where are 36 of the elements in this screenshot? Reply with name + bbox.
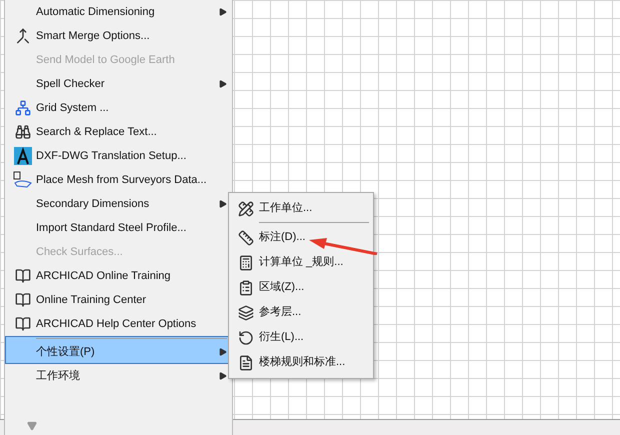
menu-item[interactable]: DXF-DWG Translation Setup... [5, 144, 232, 168]
submenu-item[interactable]: 衍生(L)... [229, 325, 373, 350]
menu-item[interactable]: Spell Checker [5, 72, 232, 96]
submenu-arrow-icon [219, 372, 227, 380]
clipboard-icon [238, 280, 254, 296]
layers-icon [238, 304, 254, 320]
submenu-item[interactable]: 区域(Z)... [229, 275, 373, 300]
merge-icon [15, 28, 31, 44]
menu-item[interactable]: Place Mesh from Surveyors Data... [5, 168, 232, 192]
book-icon [15, 268, 31, 284]
calculator-icon [238, 254, 254, 270]
submenu-arrow-icon [219, 348, 227, 356]
network-icon [15, 100, 31, 116]
menu-item[interactable]: Grid System ... [5, 96, 232, 120]
context-menu[interactable] [4, 0, 233, 435]
rotate-icon [238, 330, 254, 346]
pencil-ruler-icon [238, 200, 254, 216]
book-icon [15, 316, 31, 332]
binoculars-icon [15, 124, 31, 140]
submenu-arrow-icon [219, 80, 227, 88]
menu-item[interactable]: Smart Merge Options... [5, 24, 232, 48]
ruler-icon [238, 230, 254, 246]
letter-a-logo-icon [14, 147, 32, 165]
book-icon [15, 292, 31, 308]
mesh-terrain-icon [13, 171, 33, 189]
document-icon [238, 354, 254, 370]
submenu-arrow-icon [219, 200, 227, 208]
annotation-arrow [308, 238, 378, 255]
submenu[interactable]: 工作单位... 标注(D)... 计算单位 _规则... 区域(Z)... 参考层... 衍生(L)... 楼梯规则和标准... [228, 192, 374, 379]
submenu-item[interactable]: 工作单位... [229, 196, 373, 221]
submenu-item[interactable]: 楼梯规则和标准... [229, 350, 373, 375]
menu-item[interactable]: Search & Replace Text... [5, 120, 232, 144]
submenu-item[interactable]: 计算单位 _规则... [229, 250, 373, 275]
submenu-item[interactable]: 参考层... [229, 300, 373, 325]
submenu-arrow-icon [219, 8, 227, 16]
menu-item[interactable]: Automatic Dimensioning [5, 0, 232, 24]
